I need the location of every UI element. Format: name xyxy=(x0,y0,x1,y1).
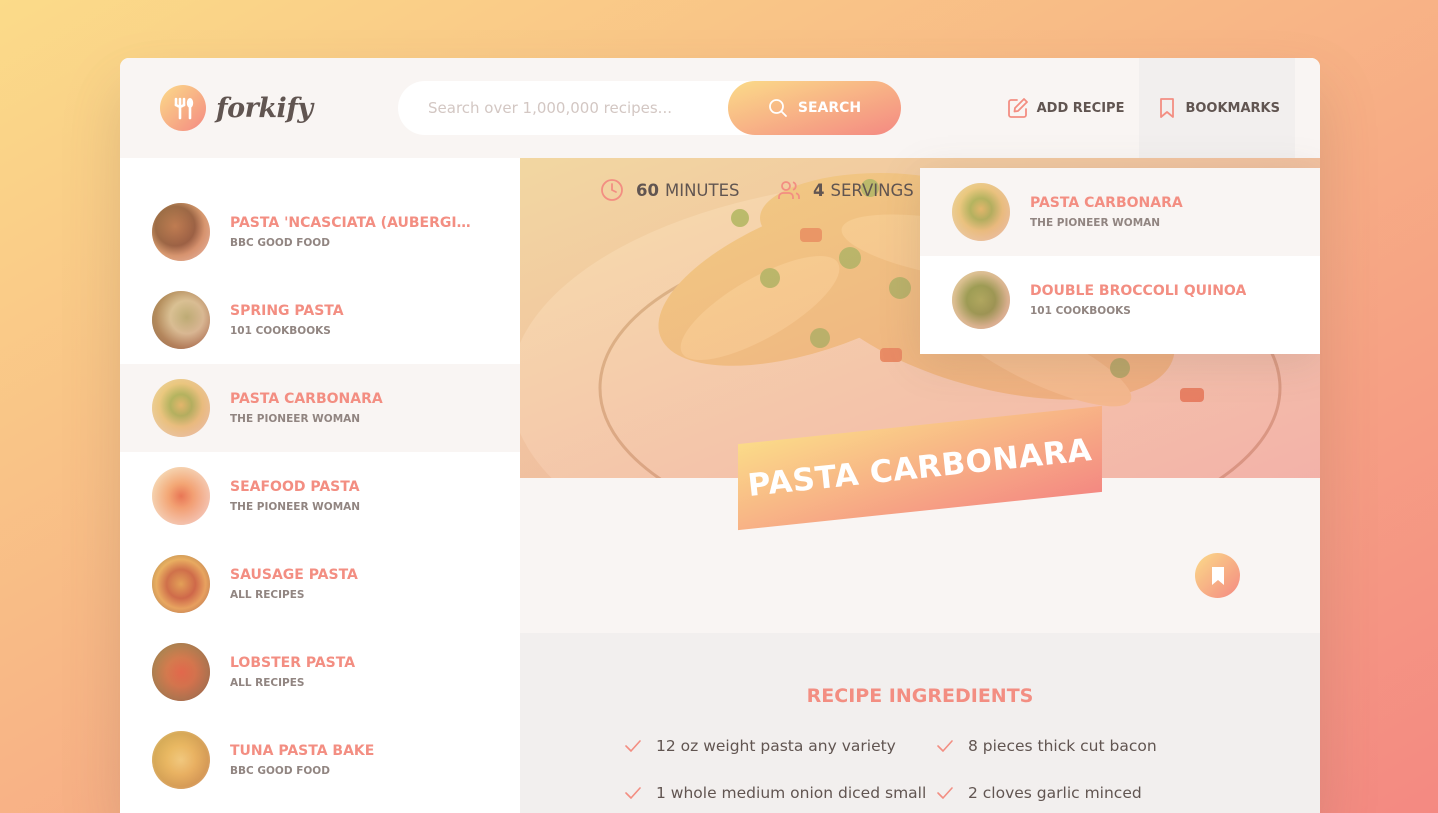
result-title: SPRING PASTA xyxy=(230,303,344,319)
result-publisher: BBC GOOD FOOD xyxy=(230,765,330,777)
search-form: SEARCH xyxy=(398,81,901,135)
header: forkify SEARCH ADD RECIPE xyxy=(120,58,1320,158)
ingredient-item: 12 oz weight pasta any variety xyxy=(624,737,896,755)
result-item[interactable]: SPRING PASTA 101 COOKBOOKS xyxy=(120,276,520,364)
recipe-thumbnail xyxy=(152,643,210,701)
bookmark-publisher: THE PIONEER WOMAN xyxy=(1030,217,1161,229)
ingredient-text: 8 pieces thick cut bacon xyxy=(968,737,1157,755)
recipe-thumbnail xyxy=(952,183,1010,241)
result-title: PASTA CARBONARA xyxy=(230,391,383,407)
recipe-thumbnail xyxy=(152,203,210,261)
servings-label: SERVINGS xyxy=(830,180,914,200)
ingredients-heading: RECIPE INGREDIENTS xyxy=(806,685,1034,707)
bookmark-publisher: 101 COOKBOOKS xyxy=(1030,305,1131,317)
bookmark-title: DOUBLE BROCCOLI QUINOA xyxy=(1030,283,1247,299)
users-icon xyxy=(778,181,800,199)
minutes-value: 60 xyxy=(636,180,659,200)
ingredient-item: 2 cloves garlic minced xyxy=(936,784,1142,802)
check-icon xyxy=(937,740,953,752)
add-recipe-label: ADD RECIPE xyxy=(1036,100,1125,116)
fork-spoon-icon xyxy=(160,85,206,131)
search-button-label: SEARCH xyxy=(797,100,862,116)
ingredient-item: 8 pieces thick cut bacon xyxy=(936,737,1157,755)
result-title: SEAFOOD PASTA xyxy=(230,479,360,495)
recipe-thumbnail xyxy=(952,271,1010,329)
servings-value: 4 xyxy=(813,180,825,200)
recipe-cooking-time: 60 MINUTES xyxy=(600,178,739,202)
recipe-title-text: PASTA CARBONARA xyxy=(746,432,1094,504)
app-container: forkify SEARCH ADD RECIPE xyxy=(120,58,1320,813)
result-title: SAUSAGE PASTA xyxy=(230,567,358,583)
nav: ADD RECIPE BOOKMARKS xyxy=(992,58,1320,158)
result-item[interactable]: PASTA CARBONARA THE PIONEER WOMAN xyxy=(120,364,520,452)
recipe-thumbnail xyxy=(152,555,210,613)
bookmarks-label: BOOKMARKS xyxy=(1185,100,1280,116)
ingredient-text: 2 cloves garlic minced xyxy=(968,784,1142,802)
result-publisher: 101 COOKBOOKS xyxy=(230,325,331,337)
result-item[interactable]: TUNA PASTA BAKE BBC GOOD FOOD xyxy=(120,716,520,804)
recipe-thumbnail xyxy=(152,467,210,525)
check-icon xyxy=(625,740,641,752)
result-title: LOBSTER PASTA xyxy=(230,655,356,671)
result-item[interactable]: SEAFOOD PASTA THE PIONEER WOMAN xyxy=(120,452,520,540)
result-item[interactable]: SAUSAGE PASTA ALL RECIPES xyxy=(120,540,520,628)
recipe-thumbnail xyxy=(152,379,210,437)
check-icon xyxy=(625,787,641,799)
result-title: TUNA PASTA BAKE xyxy=(230,743,375,759)
search-results: PASTA 'NCASCIATA (AUBERGINE ... BBC GOOD… xyxy=(120,158,520,813)
result-publisher: BBC GOOD FOOD xyxy=(230,237,330,249)
clock-icon xyxy=(601,179,623,201)
logo-text: forkify xyxy=(216,92,313,124)
result-item[interactable]: PASTA 'NCASCIATA (AUBERGINE ... BBC GOOD… xyxy=(120,188,520,276)
bookmark-icon xyxy=(1211,566,1224,585)
result-publisher: THE PIONEER WOMAN xyxy=(230,501,361,513)
recipe-thumbnail xyxy=(152,731,210,789)
bookmarks-panel: PASTA CARBONARA THE PIONEER WOMAN DOUBLE… xyxy=(920,168,1320,354)
bookmarks-button[interactable]: BOOKMARKS xyxy=(1139,58,1295,158)
bookmark-icon xyxy=(1160,98,1175,118)
search-icon xyxy=(768,99,787,117)
logo[interactable]: forkify xyxy=(160,85,313,131)
ingredient-text: 12 oz weight pasta any variety xyxy=(656,737,896,755)
bookmark-item[interactable]: PASTA CARBONARA THE PIONEER WOMAN xyxy=(920,168,1320,256)
recipe-ingredients: RECIPE INGREDIENTS 12 oz weight pasta an… xyxy=(520,633,1320,813)
search-button[interactable]: SEARCH xyxy=(728,81,901,135)
result-title: PASTA 'NCASCIATA (AUBERGINE ... xyxy=(230,215,475,231)
result-publisher: ALL RECIPES xyxy=(230,589,305,601)
search-input[interactable] xyxy=(428,99,728,117)
result-publisher: ALL RECIPES xyxy=(230,677,305,689)
bookmark-item[interactable]: DOUBLE BROCCOLI QUINOA 101 COOKBOOKS xyxy=(920,256,1320,344)
bookmark-recipe-button[interactable] xyxy=(1195,553,1240,598)
recipe-thumbnail xyxy=(152,291,210,349)
result-item[interactable]: LOBSTER PASTA ALL RECIPES xyxy=(120,628,520,716)
bookmark-title: PASTA CARBONARA xyxy=(1030,195,1183,211)
minutes-label: MINUTES xyxy=(664,180,740,200)
ingredient-text: 1 whole medium onion diced small xyxy=(656,784,927,802)
result-publisher: THE PIONEER WOMAN xyxy=(230,413,361,425)
ingredient-item: 1 whole medium onion diced small xyxy=(624,784,926,802)
edit-icon xyxy=(1007,98,1028,118)
check-icon xyxy=(937,787,953,799)
add-recipe-button[interactable]: ADD RECIPE xyxy=(992,58,1140,158)
